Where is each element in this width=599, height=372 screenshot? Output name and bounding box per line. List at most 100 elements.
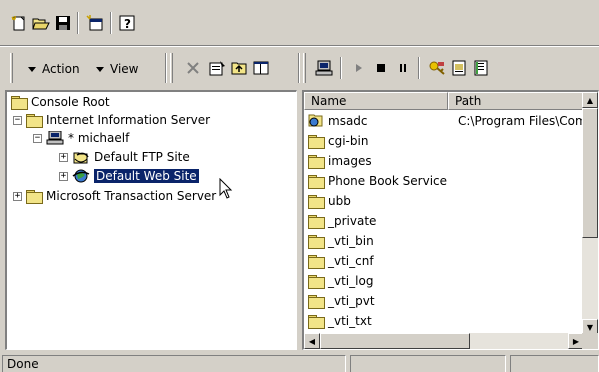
tree-item-label: Default FTP Site [94,150,190,164]
list-item-name: _vti_log [328,274,374,288]
list-item[interactable]: Phone Book Service [308,171,447,191]
scroll-up-icon[interactable]: ▲ [582,92,598,108]
tree-item-internet-information-server[interactable]: − Internet Information Server [13,111,210,129]
action-menu[interactable]: Action [28,59,80,79]
start-icon[interactable] [348,57,370,79]
collapse-icon[interactable]: − [33,133,42,143]
show-hide-tree-icon[interactable] [250,57,272,79]
tree-item-default-ftp-site[interactable]: + Default FTP Site [59,148,190,166]
document-icon[interactable] [448,57,470,79]
list-item-path: C:\Program Files\Comm [458,114,599,128]
list-item[interactable]: _vti_log [308,271,373,291]
list-item-name: images [328,154,372,168]
tree-item-label: Internet Information Server [46,113,211,127]
list-item[interactable]: msadc C:\Program Files\Comm [308,111,598,131]
expand-icon[interactable]: + [59,152,68,162]
collapse-icon[interactable]: − [13,115,22,125]
stop-icon[interactable] [370,57,392,79]
view-menu[interactable]: View [96,59,138,79]
tree-item-default-web-site[interactable]: + Default Web Site [59,167,200,185]
list-item[interactable]: cgi-bin [308,131,368,151]
new-window-icon[interactable] [84,12,106,34]
delete-icon[interactable] [182,57,204,79]
report-icon[interactable] [470,57,492,79]
toolbar-grip[interactable] [170,53,173,83]
mouse-cursor-icon [219,178,233,199]
list-item-name: ubb [328,194,351,208]
horizontal-scrollbar[interactable]: ◀ ▶ [304,333,584,349]
tree-item-label: Default Web Site [93,168,200,184]
status-panel [350,355,506,372]
tree-item-console-root[interactable]: Console Root [11,93,110,111]
folder-icon [308,214,325,229]
up-one-level-icon[interactable] [228,57,250,79]
view-menu-label: View [110,62,139,76]
console-toolbar: Action View [0,46,599,88]
list-item-name: _vti_pvt [328,294,375,308]
status-text: Done [2,355,346,372]
status-panel [510,355,599,372]
status-bar: Done [0,352,599,372]
toolbar-separator [418,57,420,79]
properties-icon[interactable] [206,57,228,79]
list-item-name: _vti_cnf [328,254,374,268]
list-item[interactable]: _private [308,211,376,231]
standard-toolbar: ? [0,0,599,46]
ftp-site-icon [72,149,90,165]
folder-icon [308,234,325,249]
tree-item-server-michaelf[interactable]: − * michaelf [33,129,129,147]
folder-icon [308,154,325,169]
column-header-name[interactable]: Name [304,92,448,110]
list-item[interactable]: _vti_pvt [308,291,375,311]
tree-item-microsoft-transaction-server[interactable]: + Microsoft Transaction Server [13,187,216,205]
vertical-scrollbar[interactable]: ▲ ▼ [582,92,598,335]
toolbar-separator [110,12,112,34]
list-item-name: Phone Book Service [328,174,448,188]
dropdown-arrow-icon [28,66,36,72]
computer-icon[interactable] [313,57,335,79]
action-menu-label: Action [42,62,80,76]
folder-icon [308,174,325,189]
toolbar-grip[interactable] [303,53,306,83]
toolbar-separator [165,53,167,83]
scroll-thumb[interactable] [582,108,598,238]
web-site-icon [72,168,90,184]
toolbar-separator [77,12,79,34]
list-item-name: _vti_bin [328,234,374,248]
folder-icon [308,294,325,309]
details-list-pane[interactable]: Name Path msadc C:\Program Files\Comm cg… [302,90,599,350]
help-icon[interactable]: ? [116,12,138,34]
list-item[interactable]: _vti_bin [308,231,374,251]
folder-icon [308,314,325,329]
new-console-icon[interactable] [8,12,30,34]
list-item-name: msadc [328,114,368,128]
open-icon[interactable] [30,12,52,34]
toolbar-grip[interactable] [10,53,13,83]
scroll-thumb[interactable] [320,333,470,349]
list-item-name: cgi-bin [328,134,369,148]
list-item[interactable]: ubb [308,191,351,211]
web-folder-icon [308,113,324,130]
tree-item-label: Microsoft Transaction Server [46,189,217,203]
scroll-corner [582,333,598,349]
tree-item-label: Console Root [31,95,110,109]
expand-icon[interactable]: + [59,171,68,181]
toolbar-separator [340,57,342,79]
tree-item-label: * michaelf [68,131,130,145]
column-header-path[interactable]: Path [448,92,584,110]
key-manager-icon[interactable] [426,57,448,79]
list-item[interactable]: _vti_txt [308,311,372,331]
expand-icon[interactable]: + [13,191,22,201]
save-icon[interactable] [52,12,74,34]
folder-icon [308,254,325,269]
folder-icon [308,134,325,149]
list-item-name: _vti_txt [328,314,372,328]
list-item[interactable]: _vti_cnf [308,251,374,271]
scroll-left-icon[interactable]: ◀ [304,333,320,349]
list-item[interactable]: images [308,151,372,171]
pause-icon[interactable] [392,57,414,79]
list-item-name: _private [328,214,377,228]
console-tree-pane[interactable]: Console Root − Internet Information Serv… [5,90,297,350]
folder-icon [26,113,43,128]
computer-icon [46,131,64,145]
